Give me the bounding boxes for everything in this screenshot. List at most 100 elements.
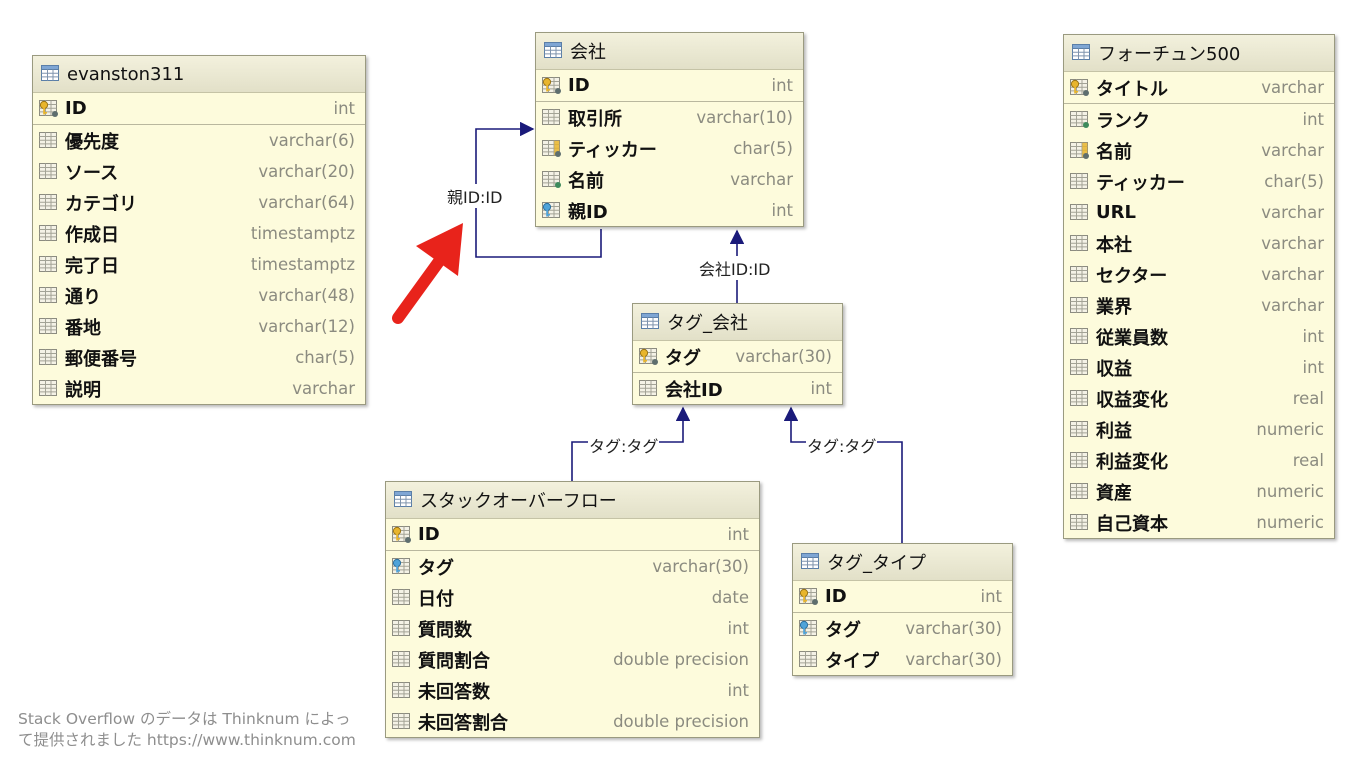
column-row[interactable]: タイトル varchar bbox=[1064, 72, 1334, 104]
column-name: 作成日 bbox=[65, 224, 119, 246]
column-row[interactable]: 名前 varchar bbox=[536, 164, 803, 195]
column-name: 収益変化 bbox=[1096, 389, 1168, 411]
red-arrow-icon bbox=[392, 223, 463, 324]
column-row[interactable]: 親ID int bbox=[536, 195, 803, 226]
table-icon bbox=[801, 553, 821, 571]
column-type: numeric bbox=[1256, 482, 1324, 501]
column-type: timestamptz bbox=[250, 255, 355, 274]
column-type: varchar(30) bbox=[905, 619, 1002, 638]
column-type: char(5) bbox=[1264, 172, 1324, 191]
table-header[interactable]: タグ_会社 bbox=[633, 304, 842, 341]
column-row[interactable]: タグ varchar(30) bbox=[633, 341, 842, 373]
column-icon bbox=[39, 379, 59, 398]
column-row[interactable]: ソース varchar(20) bbox=[33, 156, 365, 187]
column-row[interactable]: 作成日 timestamptz bbox=[33, 218, 365, 249]
table-stackoverflow[interactable]: スタックオーバーフロー ID int タグ varchar(30) 日付 date 質問数 in… bbox=[385, 481, 760, 738]
table-tag-company[interactable]: タグ_会社 タグ varchar(30) 会社ID int bbox=[632, 303, 843, 405]
table-company[interactable]: 会社 ID int 取引所 varchar(10) ティッカー char(5) 名前 varch… bbox=[535, 32, 804, 227]
credit-line-1: Stack Overflow のデータは Thinknum によっ bbox=[18, 710, 351, 728]
column-type: double precision bbox=[613, 712, 749, 731]
column-row[interactable]: 質問割合 double precision bbox=[386, 644, 759, 675]
column-row[interactable]: 利益変化 real bbox=[1064, 445, 1334, 476]
column-row[interactable]: 未回答数 int bbox=[386, 675, 759, 706]
column-row[interactable]: 郵便番号 char(5) bbox=[33, 342, 365, 373]
table-fortune500[interactable]: フォーチュン500 タイトル varchar ランク int 名前 varchar ティッカー… bbox=[1063, 34, 1335, 539]
column-type: varchar(20) bbox=[258, 162, 355, 181]
column-name: 会社ID bbox=[665, 379, 723, 401]
column-type: varchar bbox=[730, 170, 793, 189]
column-row[interactable]: ID int bbox=[536, 70, 803, 102]
column-row[interactable]: タグ varchar(30) bbox=[386, 551, 759, 582]
column-type: int bbox=[727, 681, 749, 700]
column-name: 完了日 bbox=[65, 255, 119, 277]
table-header[interactable]: フォーチュン500 bbox=[1064, 35, 1334, 72]
column-row[interactable]: 説明 varchar bbox=[33, 373, 365, 404]
column-row[interactable]: 収益 int bbox=[1064, 352, 1334, 383]
column-type: int bbox=[1302, 358, 1324, 377]
column-row[interactable]: 名前 varchar bbox=[1064, 135, 1334, 166]
column-row[interactable]: 番地 varchar(12) bbox=[33, 311, 365, 342]
column-name: 利益変化 bbox=[1096, 451, 1168, 473]
column-row[interactable]: URL varchar bbox=[1064, 197, 1334, 228]
column-type: varchar bbox=[1261, 234, 1324, 253]
column-row[interactable]: 会社ID int bbox=[633, 373, 842, 404]
column-row[interactable]: 利益 numeric bbox=[1064, 414, 1334, 445]
column-type: varchar bbox=[1261, 203, 1324, 222]
column-name: 名前 bbox=[1096, 141, 1132, 163]
column-row[interactable]: ティッカー char(5) bbox=[536, 133, 803, 164]
column-row[interactable]: 本社 varchar bbox=[1064, 228, 1334, 259]
table-header[interactable]: evanston311 bbox=[33, 56, 365, 93]
column-icon bbox=[392, 619, 412, 638]
column-row[interactable]: ID int bbox=[793, 581, 1012, 613]
table-tag-type[interactable]: タグ_タイプ ID int タグ varchar(30) タイプ varchar(30) bbox=[792, 543, 1013, 676]
column-name: タイトル bbox=[1096, 78, 1168, 100]
column-row[interactable]: 業界 varchar bbox=[1064, 290, 1334, 321]
column-name: タグ bbox=[418, 557, 454, 579]
column-row[interactable]: 質問数 int bbox=[386, 613, 759, 644]
table-icon bbox=[41, 65, 61, 83]
column-name: ID bbox=[418, 524, 440, 545]
column-row[interactable]: カテゴリ varchar(64) bbox=[33, 187, 365, 218]
table-title: 会社 bbox=[570, 42, 606, 63]
column-type: varchar bbox=[292, 379, 355, 398]
column-name: ティッカー bbox=[568, 139, 657, 161]
column-row[interactable]: 自己資本 numeric bbox=[1064, 507, 1334, 538]
column-row[interactable]: 資産 numeric bbox=[1064, 476, 1334, 507]
column-icon bbox=[1070, 327, 1090, 346]
column-name: 質問割合 bbox=[418, 650, 490, 672]
column-type: int bbox=[727, 525, 749, 544]
column-row[interactable]: 日付 date bbox=[386, 582, 759, 613]
column-name: ランク bbox=[1096, 110, 1150, 132]
column-row[interactable]: 通り varchar(48) bbox=[33, 280, 365, 311]
column-row[interactable]: ID int bbox=[386, 519, 759, 551]
table-icon bbox=[641, 313, 661, 331]
column-name: 自己資本 bbox=[1096, 513, 1168, 535]
column-row[interactable]: セクター varchar bbox=[1064, 259, 1334, 290]
table-evanston311[interactable]: evanston311 ID int 優先度 varchar(6) ソース varchar(… bbox=[32, 55, 366, 405]
table-header[interactable]: 会社 bbox=[536, 33, 803, 70]
column-name: 資産 bbox=[1096, 482, 1132, 504]
unique-index-icon bbox=[542, 139, 562, 158]
column-row[interactable]: 未回答割合 double precision bbox=[386, 706, 759, 737]
column-row[interactable]: 完了日 timestamptz bbox=[33, 249, 365, 280]
column-row[interactable]: 収益変化 real bbox=[1064, 383, 1334, 414]
table-header[interactable]: スタックオーバーフロー bbox=[386, 482, 759, 519]
column-type: varchar(10) bbox=[696, 108, 793, 127]
column-icon bbox=[1070, 203, 1090, 222]
column-row[interactable]: 取引所 varchar(10) bbox=[536, 102, 803, 133]
column-row[interactable]: ランク int bbox=[1064, 104, 1334, 135]
column-row[interactable]: ID int bbox=[33, 93, 365, 125]
column-name: 利益 bbox=[1096, 420, 1132, 442]
column-icon bbox=[39, 162, 59, 181]
column-name: 未回答割合 bbox=[418, 712, 508, 734]
column-row[interactable]: タイプ varchar(30) bbox=[793, 644, 1012, 675]
column-type: int bbox=[333, 99, 355, 118]
column-row[interactable]: 従業員数 int bbox=[1064, 321, 1334, 352]
column-row[interactable]: ティッカー char(5) bbox=[1064, 166, 1334, 197]
column-row[interactable]: 優先度 varchar(6) bbox=[33, 125, 365, 156]
primary-key-icon bbox=[1070, 78, 1090, 97]
column-type: varchar(64) bbox=[258, 193, 355, 212]
column-type: real bbox=[1292, 389, 1324, 408]
column-row[interactable]: タグ varchar(30) bbox=[793, 613, 1012, 644]
table-header[interactable]: タグ_タイプ bbox=[793, 544, 1012, 581]
